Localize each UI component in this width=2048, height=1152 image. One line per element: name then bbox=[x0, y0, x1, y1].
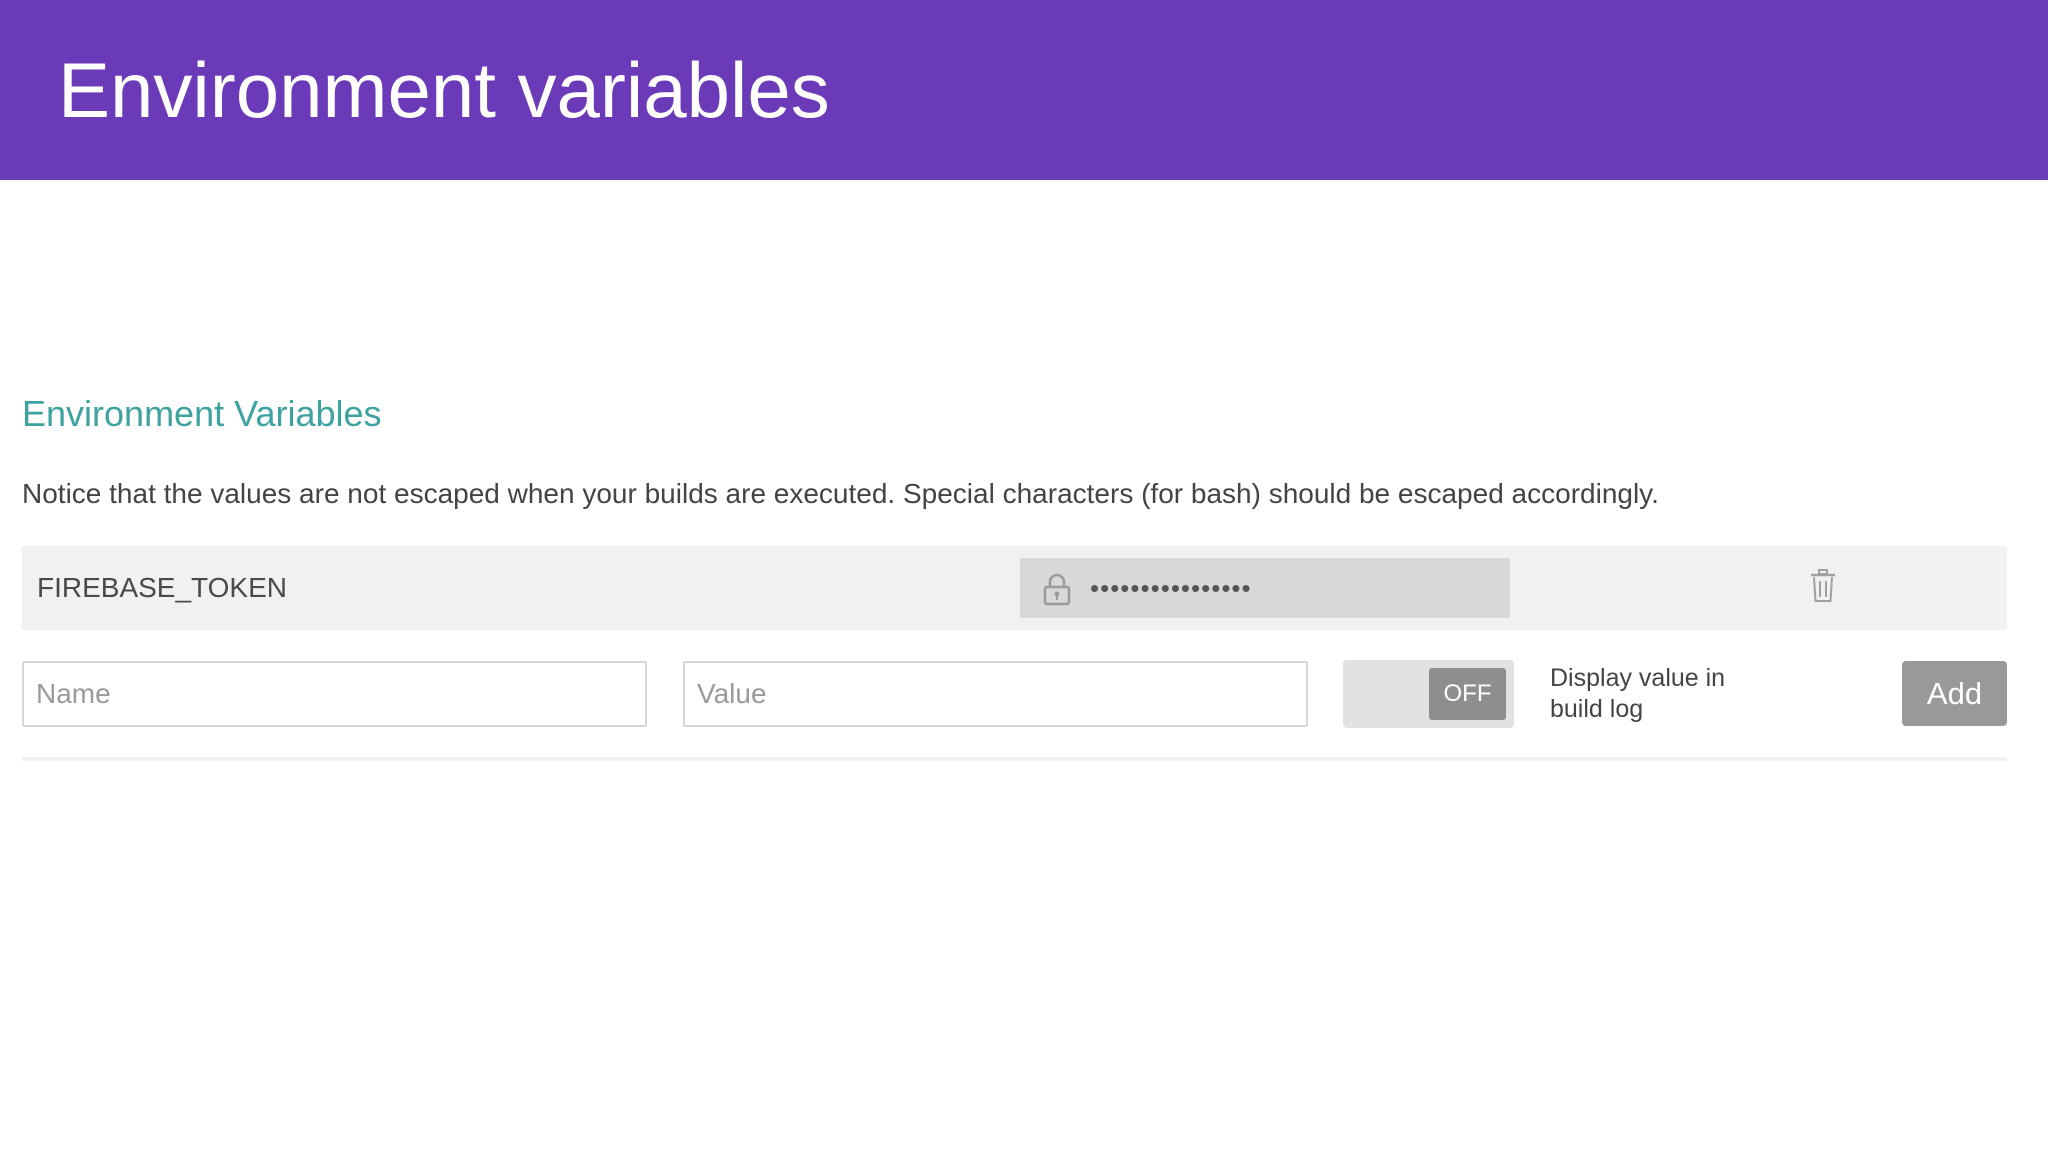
toggle-state: OFF bbox=[1429, 668, 1506, 720]
toggle-label: Display value in build log bbox=[1550, 664, 1726, 723]
env-variable-row: FIREBASE_TOKEN •••••••••••••••• bbox=[22, 546, 2007, 630]
display-value-toggle[interactable]: OFF bbox=[1343, 660, 1514, 728]
lock-icon bbox=[1043, 573, 1071, 606]
add-button[interactable]: Add bbox=[1902, 661, 2007, 726]
page-title: Environment variables bbox=[58, 46, 830, 134]
divider bbox=[22, 757, 2007, 761]
notice-text: Notice that the values are not escaped w… bbox=[22, 478, 1659, 509]
variable-name: FIREBASE_TOKEN bbox=[37, 572, 288, 603]
masked-value: •••••••••••••••• bbox=[1090, 573, 1252, 603]
name-input[interactable] bbox=[22, 661, 647, 727]
page-header: Environment variables bbox=[0, 0, 2048, 180]
value-input[interactable] bbox=[683, 661, 1308, 727]
secret-value-box: •••••••••••••••• bbox=[1020, 558, 1510, 618]
trash-icon[interactable] bbox=[1808, 568, 1838, 604]
section-heading: Environment Variables bbox=[22, 393, 382, 434]
